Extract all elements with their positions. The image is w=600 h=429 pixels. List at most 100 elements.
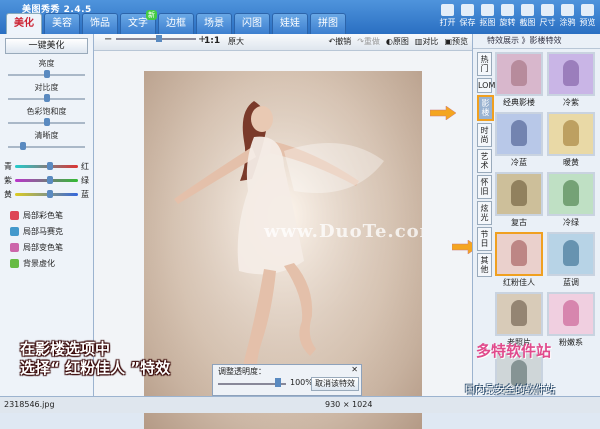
- effect-item[interactable]: 暖黄: [547, 112, 595, 168]
- adjust-slider[interactable]: [8, 118, 85, 127]
- tab-5[interactable]: 场景: [196, 13, 232, 34]
- tab-1[interactable]: 美容: [44, 13, 80, 34]
- effect-thumbnail[interactable]: [547, 232, 595, 276]
- tab-8[interactable]: 拼图: [310, 13, 346, 34]
- effect-item[interactable]: 蓝调: [547, 232, 595, 288]
- tab-label: 边框: [166, 18, 186, 29]
- original-button[interactable]: ◐原图: [386, 36, 409, 47]
- zoom-knob[interactable]: [156, 35, 162, 42]
- toolbar-label: 打开: [439, 18, 456, 27]
- color-knob[interactable]: [46, 176, 53, 184]
- slider-knob[interactable]: [43, 70, 50, 78]
- toolbar-3[interactable]: 旋转: [499, 4, 516, 28]
- tab-label: 闪图: [242, 18, 262, 29]
- compare-button[interactable]: ▥对比: [415, 36, 439, 47]
- category-tab-6[interactable]: 炫光: [477, 201, 492, 225]
- color-knob[interactable]: [46, 190, 53, 198]
- category-tab-8[interactable]: 其他: [477, 253, 492, 277]
- category-tab-5[interactable]: 怀旧: [477, 175, 492, 199]
- tool-item[interactable]: 背景虚化: [10, 258, 83, 269]
- preview-icon: [581, 4, 594, 16]
- toolbar-label: 预览: [579, 18, 596, 27]
- effect-label: 冷紫: [563, 98, 579, 107]
- redo-button[interactable]: ↷重做: [357, 36, 380, 47]
- adjust-slider[interactable]: [8, 94, 85, 103]
- category-tab-7[interactable]: 节日: [477, 227, 492, 251]
- category-tab-3[interactable]: 时尚: [477, 123, 492, 147]
- effect-thumbnail[interactable]: [495, 52, 543, 96]
- preview-button[interactable]: ▣预览: [444, 36, 468, 47]
- effect-label: 暖黄: [563, 158, 579, 167]
- toolbar-1[interactable]: 保存: [459, 4, 476, 28]
- effect-item[interactable]: 冷紫: [547, 52, 595, 108]
- rotate-icon: [501, 4, 514, 16]
- effect-thumbnail[interactable]: [547, 52, 595, 96]
- effect-item[interactable]: 复古: [495, 172, 543, 228]
- toolbar-0[interactable]: 打开: [439, 4, 456, 28]
- tool-item[interactable]: 局部彩色笔: [10, 210, 83, 221]
- zoom-slider[interactable]: [116, 35, 196, 42]
- category-tab-1[interactable]: LOMO: [477, 78, 502, 93]
- effect-item[interactable]: 冷蓝: [495, 112, 543, 168]
- tab-6[interactable]: 闪图: [234, 13, 270, 34]
- effect-thumbnail[interactable]: [495, 112, 543, 156]
- effect-thumbnail[interactable]: [495, 172, 543, 216]
- opacity-percent: 100%: [290, 378, 313, 387]
- close-icon[interactable]: ✕: [351, 365, 358, 374]
- color-balance-row[interactable]: 黄蓝: [4, 189, 89, 200]
- color-right-label: 蓝: [81, 190, 89, 199]
- effect-item[interactable]: 冷绿: [547, 172, 595, 228]
- watermark: www.DuoTe.com: [264, 221, 422, 242]
- category-tab-2[interactable]: 影楼: [477, 95, 494, 121]
- tab-3[interactable]: 文字新: [120, 10, 157, 34]
- tab-label: 娃娃: [280, 18, 300, 29]
- effect-thumbnail[interactable]: [547, 112, 595, 156]
- cancel-effect-button[interactable]: 取消该特效: [311, 377, 359, 391]
- effect-item[interactable]: 粉嫩系: [547, 292, 595, 348]
- toolbar-5[interactable]: 尺寸: [539, 4, 556, 28]
- toolbar-7[interactable]: 预览: [579, 4, 596, 28]
- toolbar-6[interactable]: 涂鸦: [559, 4, 576, 28]
- adjust-slider[interactable]: [8, 70, 85, 79]
- zoom-ratio[interactable]: 1:1: [204, 36, 220, 46]
- color-balance-row[interactable]: 青红: [4, 161, 89, 172]
- original-size-button[interactable]: 原大: [228, 36, 244, 47]
- effect-thumbnail[interactable]: [547, 172, 595, 216]
- blur-icon: [10, 259, 19, 268]
- auto-enhance-button[interactable]: 一键美化: [5, 38, 88, 54]
- effect-label: 红粉佳人: [503, 278, 535, 287]
- tool-item[interactable]: 局部马赛克: [10, 226, 83, 237]
- effect-item[interactable]: 经典影楼: [495, 52, 543, 108]
- tab-2[interactable]: 饰品: [82, 13, 118, 34]
- effect-thumbnail[interactable]: [495, 232, 543, 276]
- toolbar-label: 截图: [519, 18, 536, 27]
- effect-thumbnail[interactable]: [547, 292, 595, 336]
- adjust-slider[interactable]: [8, 142, 85, 151]
- category-tab-4[interactable]: 艺术: [477, 149, 492, 173]
- main-tabs: 美化 美容 饰品 文字新边框 场景 闪图 娃娃 拼图: [6, 10, 346, 34]
- effects-breadcrumb: 特效展示 》影楼特效: [473, 34, 600, 49]
- toolbar-4[interactable]: 截图: [519, 4, 536, 28]
- caption-line-1: 在影楼选项中: [20, 340, 111, 358]
- effect-thumbnail[interactable]: [495, 292, 543, 336]
- slider-knob[interactable]: [43, 94, 50, 102]
- opacity-knob[interactable]: [275, 378, 281, 387]
- tab-0[interactable]: 美化: [6, 13, 42, 34]
- slider-knob[interactable]: [20, 142, 27, 150]
- tool-item[interactable]: 局部变色笔: [10, 242, 83, 253]
- tab-7[interactable]: 娃娃: [272, 13, 308, 34]
- effect-item[interactable]: 红粉佳人: [495, 232, 543, 288]
- dancer-figure: [563, 240, 579, 266]
- color-left-label: 黄: [4, 190, 12, 199]
- status-filename: 2318546.jpg: [4, 400, 55, 409]
- dancer-figure: [511, 120, 527, 146]
- category-tab-0[interactable]: 热门: [477, 52, 492, 76]
- tab-4[interactable]: 边框: [158, 13, 194, 34]
- undo-button[interactable]: ↶撤销: [328, 36, 351, 47]
- slider-knob[interactable]: [43, 118, 50, 126]
- save-icon: [461, 4, 474, 16]
- color-balance-row[interactable]: 紫绿: [4, 175, 89, 186]
- color-knob[interactable]: [46, 162, 53, 170]
- zoom-out-icon[interactable]: −: [104, 34, 112, 45]
- toolbar-2[interactable]: 抠图: [479, 4, 496, 28]
